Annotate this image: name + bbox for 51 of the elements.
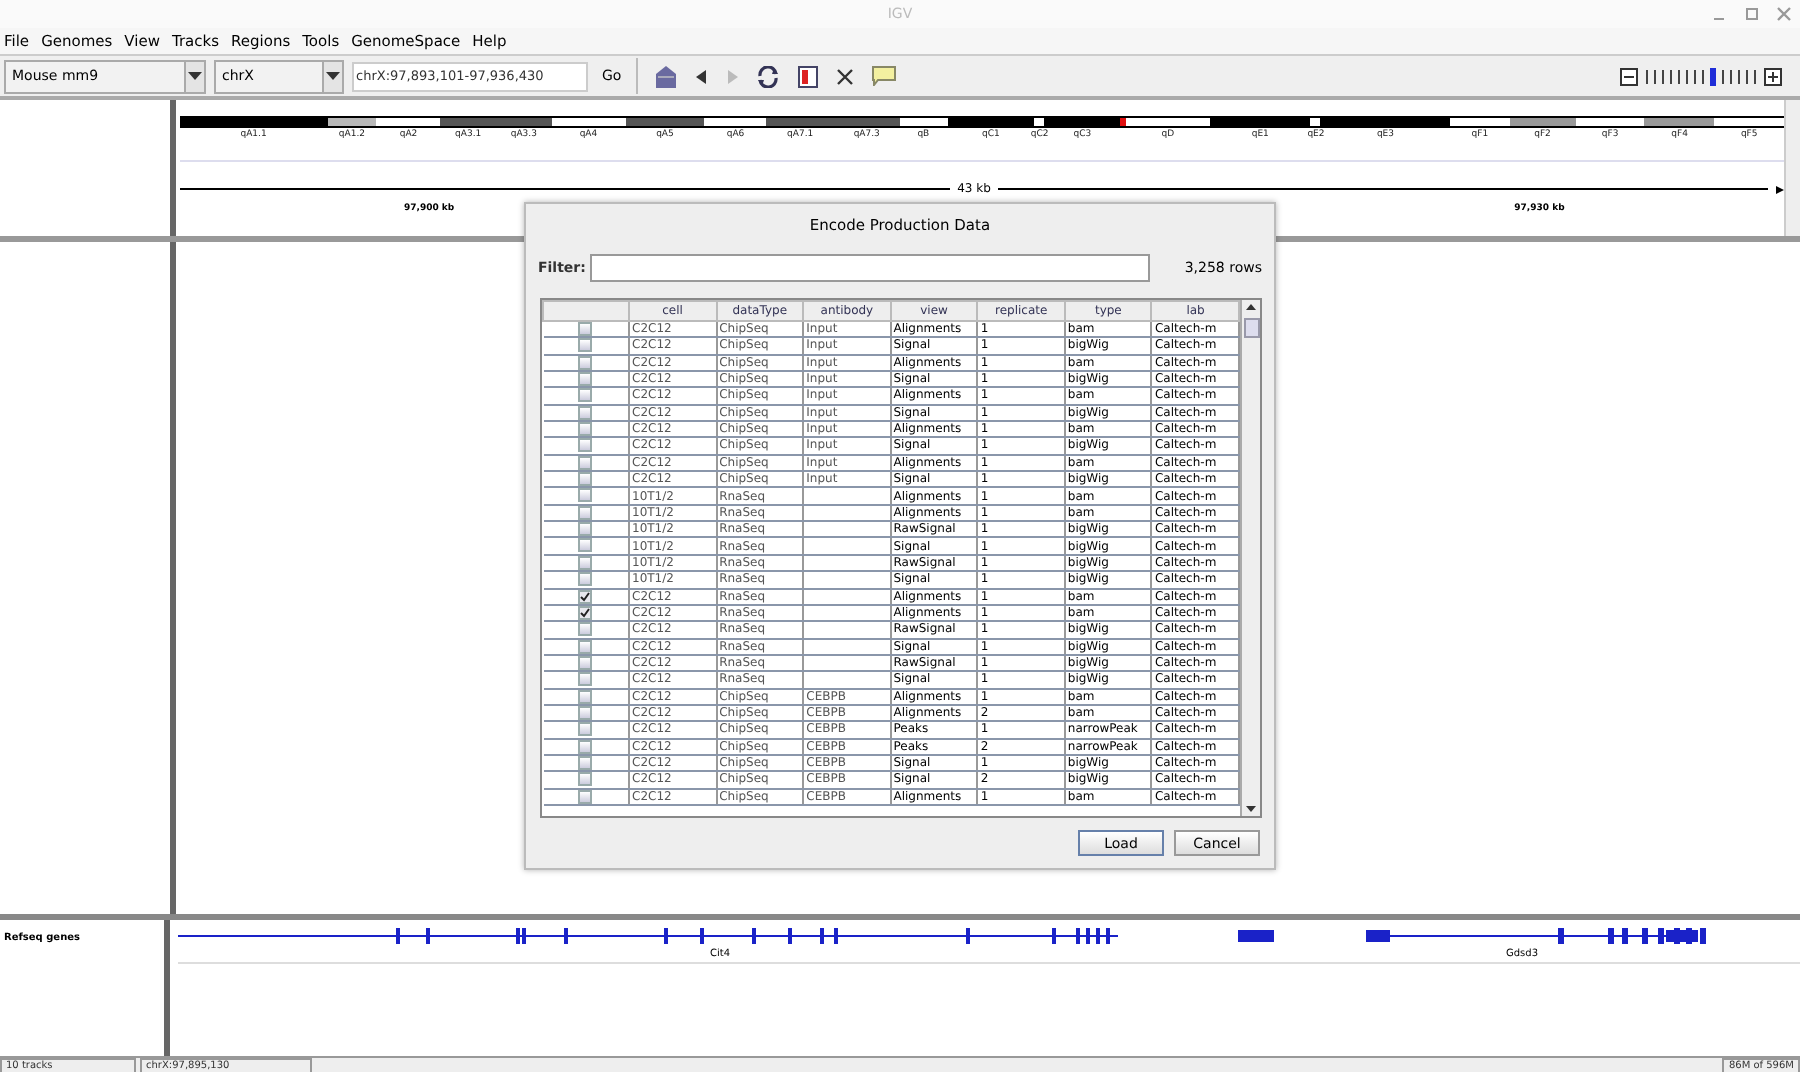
cytoband[interactable] <box>1714 116 1784 128</box>
caret-icon <box>326 72 340 80</box>
checkbox[interactable] <box>578 472 593 486</box>
scroll-down-icon[interactable] <box>1246 806 1257 812</box>
zoom-in-icon[interactable] <box>1764 67 1782 85</box>
cytoband[interactable] <box>1450 116 1510 128</box>
checkbox[interactable] <box>578 488 593 503</box>
refresh-icon[interactable] <box>755 65 780 87</box>
close-icon[interactable] <box>1776 6 1792 22</box>
cytoband[interactable] <box>327 116 377 128</box>
checkbox[interactable] <box>578 388 593 403</box>
checkbox[interactable] <box>578 538 593 553</box>
cytoband[interactable] <box>899 116 948 128</box>
resize-icon[interactable] <box>835 67 854 85</box>
filter-field[interactable] <box>589 254 1150 282</box>
checkbox[interactable] <box>578 438 593 453</box>
speech-bubble-icon[interactable] <box>871 66 896 86</box>
checkbox[interactable] <box>578 672 593 687</box>
scroll-up-icon[interactable] <box>1246 304 1257 310</box>
checkbox[interactable] <box>578 422 593 436</box>
zoom-slider[interactable] <box>1642 68 1760 84</box>
cytoband[interactable] <box>1575 116 1645 128</box>
cytoband[interactable] <box>551 116 626 128</box>
scrollbar[interactable] <box>1784 100 1800 236</box>
cytoband[interactable] <box>1126 116 1210 128</box>
scrollbar[interactable] <box>1240 300 1260 816</box>
checkbox[interactable] <box>578 572 593 586</box>
cytoband[interactable] <box>1120 116 1127 128</box>
arrowhead-icon <box>1776 185 1785 193</box>
region-icon[interactable] <box>797 65 818 87</box>
home-icon[interactable] <box>653 65 678 87</box>
forward-icon[interactable] <box>725 69 738 83</box>
checkbox[interactable] <box>578 322 593 336</box>
checkbox[interactable] <box>578 522 593 536</box>
cytoband[interactable] <box>704 116 767 128</box>
cytoband[interactable] <box>1509 116 1576 128</box>
scrollbar-thumb[interactable] <box>1243 318 1260 338</box>
maximize-icon[interactable] <box>1744 6 1760 22</box>
checkbox[interactable] <box>578 722 593 737</box>
checkbox[interactable] <box>578 622 593 636</box>
cytoband[interactable] <box>376 116 441 128</box>
checkbox[interactable] <box>578 372 593 386</box>
cytoband[interactable] <box>1644 116 1715 128</box>
checkbox[interactable] <box>578 772 593 787</box>
caret-icon <box>188 72 202 80</box>
column-header[interactable] <box>543 301 629 321</box>
checkbox[interactable] <box>578 338 593 353</box>
cytoband[interactable] <box>1034 116 1045 128</box>
back-icon[interactable] <box>695 69 708 83</box>
cytoband[interactable] <box>1310 116 1321 128</box>
zoom-out-icon[interactable] <box>1620 67 1638 85</box>
